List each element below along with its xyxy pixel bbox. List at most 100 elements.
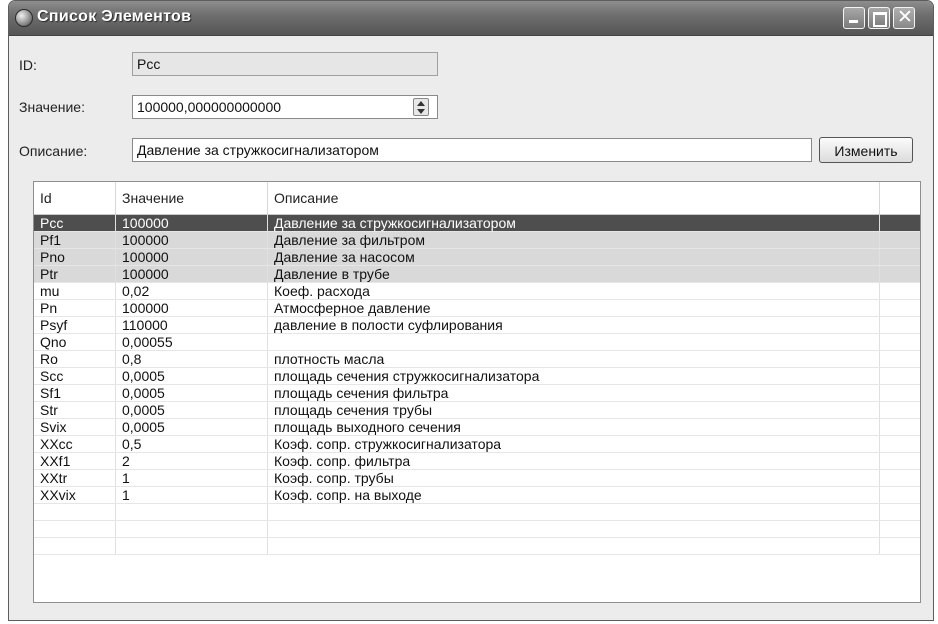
cell-description <box>268 521 880 537</box>
cell-description: площадь сечения фильтра <box>268 385 880 401</box>
cell-value: 100000 <box>116 232 268 248</box>
cell-value: 1 <box>116 487 268 503</box>
cell-id: XXtr <box>34 470 116 486</box>
cell-id: Svix <box>34 419 116 435</box>
table-row[interactable]: Scc 0,0005 площадь сечения стружкосигнализ… <box>34 368 920 385</box>
value-label: Значение: <box>19 99 85 115</box>
cell-value: 0,8 <box>116 351 268 367</box>
cell-description <box>268 334 880 350</box>
table-row[interactable]: Sf1 0,0005 площадь сечения фильтра <box>34 385 920 402</box>
table-row[interactable]: XXf1 2 Коэф. сопр. фильтра <box>34 453 920 470</box>
spin-up-icon[interactable] <box>417 101 425 106</box>
cell-description <box>268 504 880 520</box>
cell-id: Ro <box>34 351 116 367</box>
cell-description: Атмосферное давление <box>268 300 880 316</box>
table-row[interactable]: Pf1 100000 Давление за фильтром <box>34 232 920 249</box>
table-row[interactable]: Pn 100000 Атмосферное давление <box>34 300 920 317</box>
cell-value: 100000 <box>116 300 268 316</box>
cell-value <box>116 538 268 554</box>
cell-id: Pf1 <box>34 232 116 248</box>
value-text: 100000,000000000000 <box>137 99 282 115</box>
cell-id: XXf1 <box>34 453 116 469</box>
cell-id: Pcc <box>34 215 116 231</box>
cell-id: Pn <box>34 300 116 316</box>
cell-value: 2 <box>116 453 268 469</box>
description-label: Описание: <box>19 143 88 159</box>
cell-id: mu <box>34 283 116 299</box>
cell-value: 100000 <box>116 266 268 282</box>
table-row[interactable]: Svix 0,0005 площадь выходного сечения <box>34 419 920 436</box>
title-bar[interactable]: Список Элементов ✕ <box>9 1 933 36</box>
table-header: Id Значение Описание <box>34 182 920 215</box>
description-field[interactable]: Давление за стружкосигнализатором <box>132 138 812 162</box>
value-spin-input[interactable]: 100000,000000000000 <box>132 95 438 119</box>
id-field[interactable]: Pcc <box>132 52 438 76</box>
cell-id: Scc <box>34 368 116 384</box>
cell-value: 0,0005 <box>116 419 268 435</box>
cell-description <box>268 538 880 554</box>
window-title: Список Элементов <box>37 8 192 25</box>
cell-value <box>116 504 268 520</box>
column-header-value[interactable]: Значение <box>116 182 268 214</box>
cell-value: 100000 <box>116 215 268 231</box>
minimize-icon <box>849 20 858 23</box>
table-row[interactable]: Ro 0,8 плотность масла <box>34 351 920 368</box>
cell-description: Давление за насосом <box>268 249 880 265</box>
cell-id <box>34 521 116 537</box>
cell-id: Qno <box>34 334 116 350</box>
cell-description: Давление в трубе <box>268 266 880 282</box>
column-header-id[interactable]: Id <box>34 182 116 214</box>
cell-id: Str <box>34 402 116 418</box>
cell-id <box>34 504 116 520</box>
table-row[interactable] <box>34 521 920 538</box>
value-spinner[interactable] <box>413 98 429 116</box>
spin-down-icon[interactable] <box>417 109 425 114</box>
table-row[interactable]: XXvix 1 Коэф. сопр. на выходе <box>34 487 920 504</box>
cell-description: давление в полости суфлирования <box>268 317 880 333</box>
cell-value: 100000 <box>116 249 268 265</box>
cell-description: Коеф. расхода <box>268 283 880 299</box>
cell-description: Давление за стружкосигнализатором <box>268 215 880 231</box>
cell-id: XXvix <box>34 487 116 503</box>
cell-description: Давление за фильтром <box>268 232 880 248</box>
minimize-button[interactable] <box>843 7 865 29</box>
maximize-button[interactable] <box>868 7 890 29</box>
cell-value: 0,00055 <box>116 334 268 350</box>
cell-description: плотность масла <box>268 351 880 367</box>
close-button[interactable]: ✕ <box>893 7 915 29</box>
element-list-window: Список Элементов ✕ ID: Pcc Значение: 100… <box>8 0 934 621</box>
table-row[interactable]: XXcc 0,5 Коэф. сопр. стружкосигнализатора <box>34 436 920 453</box>
cell-value <box>116 521 268 537</box>
table-row[interactable]: Pcc 100000 Давление за стружкосигнализатор… <box>34 215 920 232</box>
column-header-description[interactable]: Описание <box>268 182 880 214</box>
change-button[interactable]: Изменить <box>819 137 913 163</box>
cell-id: Ptr <box>34 266 116 282</box>
table-row[interactable]: Qno 0,00055 <box>34 334 920 351</box>
cell-id <box>34 538 116 554</box>
cell-id: XXcc <box>34 436 116 452</box>
cell-value: 110000 <box>116 317 268 333</box>
table-row[interactable] <box>34 538 920 555</box>
table-row[interactable]: Str 0,0005 площадь сечения трубы <box>34 402 920 419</box>
id-label: ID: <box>19 57 37 73</box>
table-row[interactable] <box>34 504 920 521</box>
maximize-icon <box>873 12 887 27</box>
close-icon: ✕ <box>897 7 913 28</box>
cell-description: Коэф. сопр. трубы <box>268 470 880 486</box>
table-row[interactable]: Psyf 110000 давление в полости суфлировани… <box>34 317 920 334</box>
elements-table[interactable]: Id Значение Описание Pcc 100000 Давление з… <box>33 181 921 603</box>
table-row[interactable]: XXtr 1 Коэф. сопр. трубы <box>34 470 920 487</box>
cell-value: 0,0005 <box>116 385 268 401</box>
cell-description: Коэф. сопр. стружкосигнализатора <box>268 436 880 452</box>
cell-value: 0,5 <box>116 436 268 452</box>
cell-value: 0,02 <box>116 283 268 299</box>
cell-value: 0,0005 <box>116 402 268 418</box>
cell-id: Psyf <box>34 317 116 333</box>
app-icon <box>15 9 33 27</box>
cell-id: Pno <box>34 249 116 265</box>
table-row[interactable]: mu 0,02 Коеф. расхода <box>34 283 920 300</box>
table-row[interactable]: Ptr 100000 Давление в трубе <box>34 266 920 283</box>
table-row[interactable]: Pno 100000 Давление за насосом <box>34 249 920 266</box>
cell-description: площадь выходного сечения <box>268 419 880 435</box>
cell-description: площадь сечения трубы <box>268 402 880 418</box>
